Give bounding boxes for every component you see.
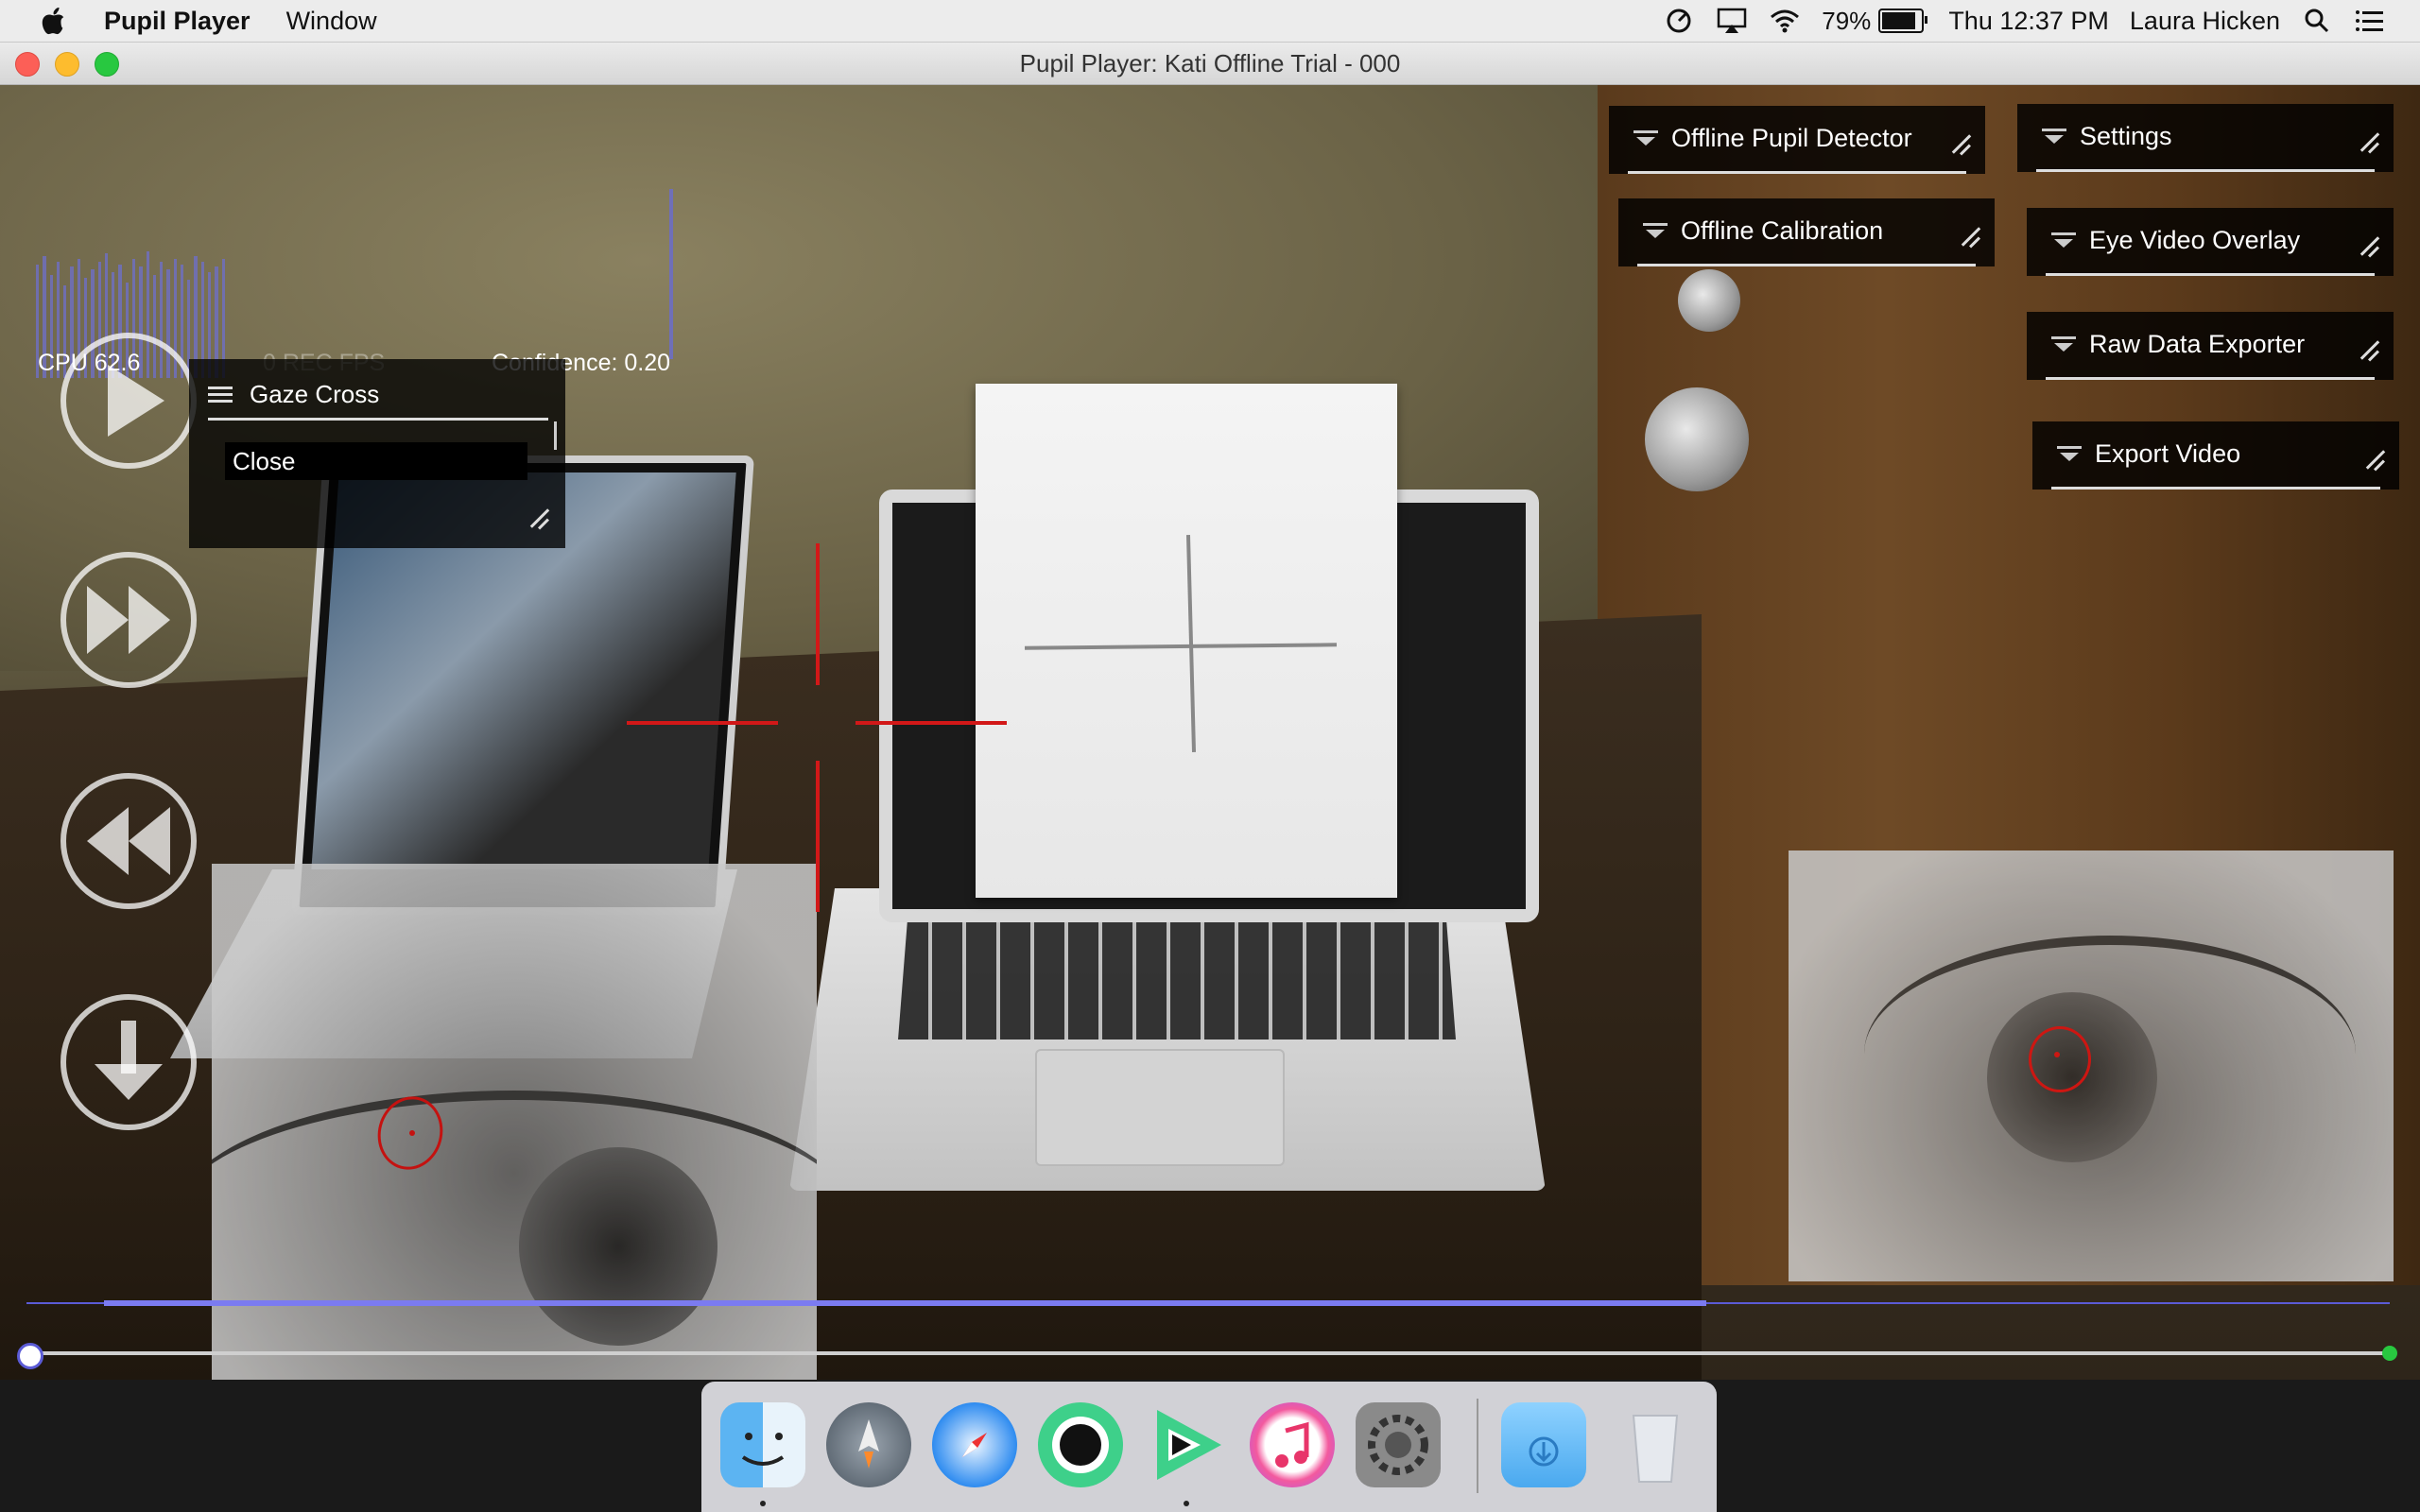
plugin-offline-calibration[interactable]: Offline Calibration xyxy=(1618,198,1995,266)
scene-door-lock xyxy=(1678,269,1740,332)
itunes-icon[interactable] xyxy=(1250,1402,1335,1487)
plugin-export-video[interactable]: Export Video xyxy=(2032,421,2399,490)
menu-bar: Pupil Player Window 79% Thu 12:37 PM Lau… xyxy=(0,0,2420,43)
play-icon xyxy=(108,365,164,437)
plugin-label: Eye Video Overlay xyxy=(2089,226,2301,254)
gaze-cross-menu-title[interactable]: Gaze Cross xyxy=(250,380,379,409)
trash-icon[interactable] xyxy=(1613,1402,1698,1487)
dock-separator xyxy=(1477,1399,1478,1493)
resize-handle-icon[interactable] xyxy=(2360,132,2380,153)
spotlight-search-icon[interactable] xyxy=(2301,7,2333,35)
close-button[interactable]: Close xyxy=(225,442,527,480)
plugin-settings[interactable]: Settings xyxy=(2017,104,2394,172)
play-button[interactable] xyxy=(60,333,197,469)
plugin-label: Raw Data Exporter xyxy=(2089,330,2306,358)
resize-handle-icon[interactable] xyxy=(2365,450,2386,471)
menu-scrollbar[interactable] xyxy=(554,421,557,450)
playhead-handle[interactable] xyxy=(17,1343,43,1369)
user-name[interactable]: Laura Hicken xyxy=(2130,7,2280,36)
airplay-icon[interactable] xyxy=(1716,7,1748,35)
plugin-eye-video-overlay[interactable]: Eye Video Overlay xyxy=(2027,208,2394,276)
pupil-player-running-indicator xyxy=(1184,1501,1189,1506)
downloads-folder-icon[interactable] xyxy=(1501,1402,1586,1487)
plugin-label: Offline Pupil Detector xyxy=(1671,124,1912,152)
gaze-cross-bottom xyxy=(816,761,820,912)
seek-bar[interactable] xyxy=(26,1351,2390,1355)
trim-selection[interactable] xyxy=(104,1300,1706,1306)
window-title: Pupil Player: Kati Offline Trial - 000 xyxy=(1019,48,1401,77)
resize-handle-icon[interactable] xyxy=(2360,236,2380,257)
battery-icon[interactable] xyxy=(1878,9,1928,33)
eye-overlay-right[interactable] xyxy=(1789,850,2394,1281)
battery-percent[interactable]: 79% xyxy=(1822,7,1871,36)
resize-handle-icon[interactable] xyxy=(2360,340,2380,361)
app-menu-pupil-player[interactable]: Pupil Player xyxy=(104,7,251,36)
seek-end-marker[interactable] xyxy=(2382,1346,2397,1361)
expand-icon xyxy=(2057,446,2082,461)
gaze-cross-menu: Gaze Cross Close xyxy=(189,359,565,548)
resize-handle-icon[interactable] xyxy=(1951,134,1972,155)
plugin-label: Offline Calibration xyxy=(1681,216,1884,245)
expand-icon xyxy=(1643,223,1668,238)
expand-icon xyxy=(2051,232,2076,248)
menu-divider xyxy=(208,418,548,421)
scene-door-knob xyxy=(1645,387,1749,491)
menu-collapse-icon[interactable] xyxy=(208,386,233,404)
resize-handle-icon[interactable] xyxy=(1961,227,1981,248)
finder-icon[interactable] xyxy=(720,1402,805,1487)
confidence-graph xyxy=(669,189,673,359)
pupil-center-left xyxy=(409,1130,415,1136)
window-minimize-button[interactable] xyxy=(55,52,79,77)
launchpad-icon[interactable] xyxy=(826,1402,911,1487)
plugin-raw-data-exporter[interactable]: Raw Data Exporter xyxy=(2027,312,2394,380)
finder-running-indicator xyxy=(760,1501,766,1506)
gaze-cross-top xyxy=(816,543,820,685)
gaze-cross-left xyxy=(627,721,778,725)
plugin-offline-pupil-detector[interactable]: Offline Pupil Detector xyxy=(1609,106,1985,174)
scene-calibration-paper xyxy=(976,384,1397,898)
scene-trackpad xyxy=(1035,1049,1285,1166)
rewind-icon xyxy=(87,807,170,875)
clock[interactable]: Thu 12:37 PM xyxy=(1948,7,2109,36)
pupil-capture-icon[interactable] xyxy=(1038,1402,1123,1487)
resize-handle-icon[interactable] xyxy=(529,508,550,529)
safari-icon[interactable] xyxy=(932,1402,1017,1487)
fast-forward-icon xyxy=(87,586,170,654)
notification-center-icon[interactable] xyxy=(2354,7,2386,35)
expand-icon xyxy=(1634,130,1658,146)
window-close-button[interactable] xyxy=(15,52,40,77)
window-title-bar: Pupil Player: Kati Offline Trial - 000 xyxy=(0,43,2420,85)
rewind-button[interactable] xyxy=(60,773,197,909)
plugin-label: Export Video xyxy=(2095,439,2241,468)
forward-button[interactable] xyxy=(60,552,197,688)
world-video[interactable]: CPU 62.6 0 REC FPS Confidence: 0.20 Gaze… xyxy=(0,85,2420,1380)
plugin-label: Settings xyxy=(2080,122,2172,150)
expand-icon xyxy=(2051,336,2076,352)
expand-icon xyxy=(2042,129,2066,144)
apple-icon[interactable] xyxy=(40,7,66,35)
pupil-center-right xyxy=(2054,1052,2060,1057)
window-zoom-button[interactable] xyxy=(95,52,119,77)
timer-icon[interactable] xyxy=(1663,7,1695,35)
menu-window[interactable]: Window xyxy=(286,7,377,36)
system-preferences-icon[interactable] xyxy=(1356,1402,1441,1487)
arrow-down-icon xyxy=(95,1021,163,1100)
pupil-player-icon[interactable] xyxy=(1144,1402,1229,1487)
download-button[interactable] xyxy=(60,994,197,1130)
pupil-ellipse-right xyxy=(2029,1026,2091,1092)
gaze-cross-right xyxy=(856,721,1007,725)
wifi-icon[interactable] xyxy=(1769,7,1801,35)
dock xyxy=(701,1382,1717,1512)
